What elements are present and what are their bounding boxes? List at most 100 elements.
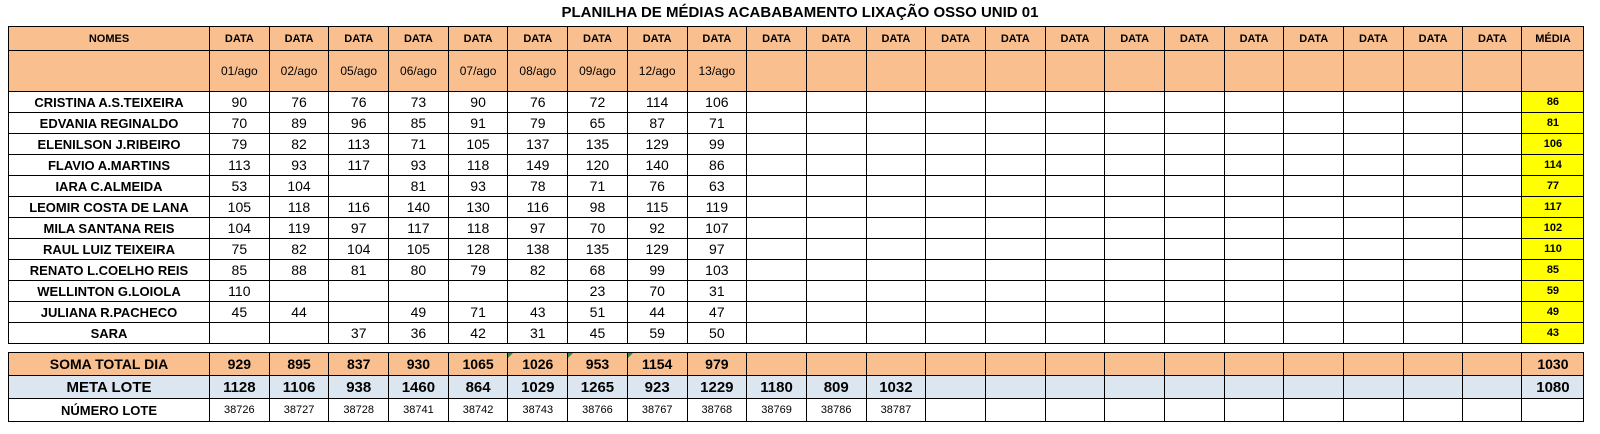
meta-cell[interactable]: 1106 [268,375,330,399]
total-cell[interactable]: 837 [328,352,390,376]
date-cell[interactable]: 06/ago [388,50,449,92]
value-cell[interactable] [1462,175,1523,197]
value-cell[interactable] [1044,238,1106,260]
total-cell[interactable] [1462,352,1523,376]
value-cell[interactable] [925,196,986,218]
value-cell[interactable] [1104,322,1165,344]
value-cell[interactable] [746,259,807,281]
value-cell[interactable] [1223,133,1285,155]
value-cell[interactable] [1402,301,1464,323]
value-cell[interactable]: 113 [209,154,270,176]
value-cell[interactable] [1104,301,1165,323]
lote-cell[interactable]: 38786 [805,398,867,422]
value-cell[interactable]: 79 [507,112,569,134]
value-cell[interactable]: 82 [268,238,330,260]
value-cell[interactable]: 118 [447,217,509,239]
value-cell[interactable] [1343,301,1404,323]
total-cell[interactable] [865,352,927,376]
value-cell[interactable] [1044,175,1106,197]
total-cell[interactable]: 953 [567,352,628,376]
value-cell[interactable] [746,238,807,260]
value-cell[interactable]: 63 [686,175,748,197]
value-cell[interactable] [1343,280,1404,302]
date-cell[interactable] [1044,50,1106,92]
value-cell[interactable] [1044,112,1106,134]
value-cell[interactable] [1223,238,1285,260]
value-cell[interactable]: 49 [388,301,449,323]
total-cell[interactable] [984,352,1046,376]
meta-cell[interactable] [1223,375,1285,399]
value-cell[interactable] [388,280,449,302]
value-cell[interactable] [746,133,807,155]
value-cell[interactable] [1104,154,1165,176]
value-cell[interactable] [1402,91,1464,113]
lote-cell[interactable] [925,398,986,422]
value-cell[interactable]: 71 [447,301,509,323]
value-cell[interactable] [1462,91,1523,113]
value-cell[interactable] [984,259,1046,281]
value-cell[interactable]: 43 [507,301,569,323]
value-cell[interactable]: 119 [268,217,330,239]
value-cell[interactable] [507,280,569,302]
value-cell[interactable] [1223,217,1285,239]
value-cell[interactable]: 85 [209,259,270,281]
value-cell[interactable] [1343,259,1404,281]
total-cell[interactable] [805,352,867,376]
value-cell[interactable] [865,217,927,239]
meta-cell[interactable] [1283,375,1345,399]
value-cell[interactable] [1044,301,1106,323]
value-cell[interactable]: 37 [328,322,390,344]
value-cell[interactable] [1343,238,1404,260]
date-cell[interactable]: 05/ago [328,50,390,92]
value-cell[interactable] [1044,133,1106,155]
value-cell[interactable]: 137 [507,133,569,155]
value-cell[interactable] [1283,280,1345,302]
value-cell[interactable] [1343,91,1404,113]
value-cell[interactable] [805,196,867,218]
value-cell[interactable] [746,280,807,302]
value-cell[interactable]: 140 [626,154,688,176]
total-cell[interactable]: 1065 [447,352,509,376]
value-cell[interactable] [328,301,390,323]
value-cell[interactable] [1104,196,1165,218]
meta-cell[interactable]: 1460 [388,375,449,399]
date-cell[interactable] [1104,50,1165,92]
date-cell[interactable] [925,50,986,92]
value-cell[interactable] [1462,280,1523,302]
meta-cell[interactable]: 923 [626,375,688,399]
lote-cell[interactable] [1104,398,1165,422]
date-cell[interactable]: 09/ago [567,50,628,92]
value-cell[interactable] [1104,217,1165,239]
value-cell[interactable]: 128 [447,238,509,260]
meta-cell[interactable]: 1229 [686,375,748,399]
value-cell[interactable]: 81 [328,259,390,281]
date-cell[interactable]: 01/ago [209,50,270,92]
value-cell[interactable] [1164,133,1225,155]
value-cell[interactable]: 23 [567,280,628,302]
value-cell[interactable] [1462,238,1523,260]
value-cell[interactable] [1343,217,1404,239]
value-cell[interactable]: 97 [507,217,569,239]
value-cell[interactable]: 138 [507,238,569,260]
value-cell[interactable]: 103 [686,259,748,281]
value-cell[interactable]: 71 [388,133,449,155]
value-cell[interactable] [984,133,1046,155]
value-cell[interactable] [1164,280,1225,302]
value-cell[interactable] [1164,322,1225,344]
lote-cell[interactable]: 38769 [746,398,807,422]
meta-cell[interactable] [1402,375,1464,399]
date-cell[interactable] [1223,50,1285,92]
value-cell[interactable]: 114 [626,91,688,113]
date-cell[interactable] [746,50,807,92]
date-cell[interactable] [865,50,927,92]
value-cell[interactable] [1402,259,1464,281]
value-cell[interactable]: 98 [567,196,628,218]
value-cell[interactable] [805,301,867,323]
value-cell[interactable] [1402,154,1464,176]
value-cell[interactable] [1283,301,1345,323]
value-cell[interactable]: 53 [209,175,270,197]
value-cell[interactable] [1223,175,1285,197]
value-cell[interactable] [865,196,927,218]
value-cell[interactable]: 76 [268,91,330,113]
value-cell[interactable]: 104 [328,238,390,260]
